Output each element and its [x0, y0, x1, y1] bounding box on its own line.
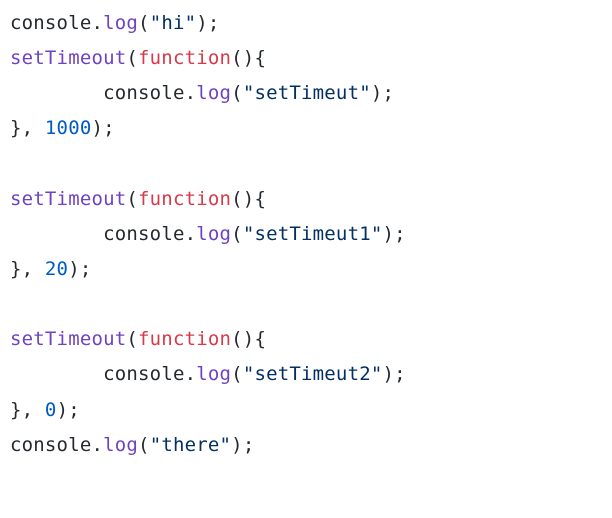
string-there: "there" — [150, 434, 231, 456]
paren-close: ) — [371, 82, 383, 104]
method-log: log — [196, 363, 231, 385]
comma: , — [22, 399, 45, 421]
code-line-7: console.log("setTimeut1"); — [10, 223, 406, 245]
code-line-12: }, 0); — [10, 399, 80, 421]
brace-close: } — [10, 399, 22, 421]
paren-close: ) — [243, 188, 255, 210]
string-setTimeut1: "setTimeut1" — [243, 223, 383, 245]
indent — [10, 217, 103, 252]
func-setTimeout: setTimeout — [10, 328, 126, 350]
number-1000: 1000 — [45, 117, 92, 139]
identifier-console: console — [10, 12, 91, 34]
paren-open: ( — [126, 328, 138, 350]
paren-open: ( — [138, 12, 150, 34]
code-line-1: console.log("hi"); — [10, 12, 220, 34]
semicolon: ; — [80, 258, 92, 280]
semicolon: ; — [68, 399, 80, 421]
code-line-8: }, 20); — [10, 258, 91, 280]
identifier-console: console — [10, 434, 91, 456]
paren-open: ( — [138, 434, 150, 456]
paren-close: ) — [243, 328, 255, 350]
paren-open: ( — [126, 188, 138, 210]
brace-close: } — [10, 117, 22, 139]
paren-close: ) — [382, 223, 394, 245]
code-line-6: setTimeout(function(){ — [10, 188, 266, 210]
paren-close: ) — [68, 258, 80, 280]
code-line-3: console.log("setTimeut"); — [10, 82, 394, 104]
paren-open: ( — [231, 328, 243, 350]
brace-open: { — [254, 47, 266, 69]
method-log: log — [103, 12, 138, 34]
indent — [10, 357, 103, 392]
comma: , — [22, 117, 45, 139]
method-log: log — [196, 82, 231, 104]
dot: . — [185, 223, 197, 245]
comma: , — [22, 258, 45, 280]
code-line-2: setTimeout(function(){ — [10, 47, 266, 69]
func-setTimeout: setTimeout — [10, 47, 126, 69]
semicolon: ; — [208, 12, 220, 34]
identifier-console: console — [103, 82, 184, 104]
code-block: console.log("hi"); setTimeout(function()… — [10, 6, 602, 463]
keyword-function: function — [138, 188, 231, 210]
identifier-console: console — [103, 363, 184, 385]
dot: . — [91, 12, 103, 34]
blank-line-1 — [10, 153, 22, 175]
code-line-13: console.log("there"); — [10, 434, 254, 456]
semicolon: ; — [243, 434, 255, 456]
paren-open: ( — [231, 82, 243, 104]
paren-close: ) — [196, 12, 208, 34]
dot: . — [185, 363, 197, 385]
paren-open: ( — [231, 188, 243, 210]
paren-close: ) — [57, 399, 69, 421]
func-setTimeout: setTimeout — [10, 188, 126, 210]
paren-open: ( — [231, 47, 243, 69]
brace-open: { — [254, 188, 266, 210]
code-line-4: }, 1000); — [10, 117, 115, 139]
method-log: log — [103, 434, 138, 456]
dot: . — [185, 82, 197, 104]
brace-close: } — [10, 258, 22, 280]
semicolon: ; — [103, 117, 115, 139]
paren-open: ( — [126, 47, 138, 69]
paren-close: ) — [243, 47, 255, 69]
number-0: 0 — [45, 399, 57, 421]
paren-open: ( — [231, 223, 243, 245]
paren-open: ( — [231, 363, 243, 385]
code-line-10: setTimeout(function(){ — [10, 328, 266, 350]
string-setTimeut: "setTimeut" — [243, 82, 371, 104]
keyword-function: function — [138, 328, 231, 350]
code-line-11: console.log("setTimeut2"); — [10, 363, 406, 385]
paren-close: ) — [91, 117, 103, 139]
identifier-console: console — [103, 223, 184, 245]
number-20: 20 — [45, 258, 68, 280]
indent — [10, 76, 103, 111]
keyword-function: function — [138, 47, 231, 69]
method-log: log — [196, 223, 231, 245]
semicolon: ; — [394, 223, 406, 245]
dot: . — [91, 434, 103, 456]
brace-open: { — [254, 328, 266, 350]
string-setTimeut2: "setTimeut2" — [243, 363, 383, 385]
paren-close: ) — [231, 434, 243, 456]
string-hi: "hi" — [150, 12, 197, 34]
semicolon: ; — [394, 363, 406, 385]
semicolon: ; — [382, 82, 394, 104]
paren-close: ) — [382, 363, 394, 385]
blank-line-2 — [10, 293, 22, 315]
